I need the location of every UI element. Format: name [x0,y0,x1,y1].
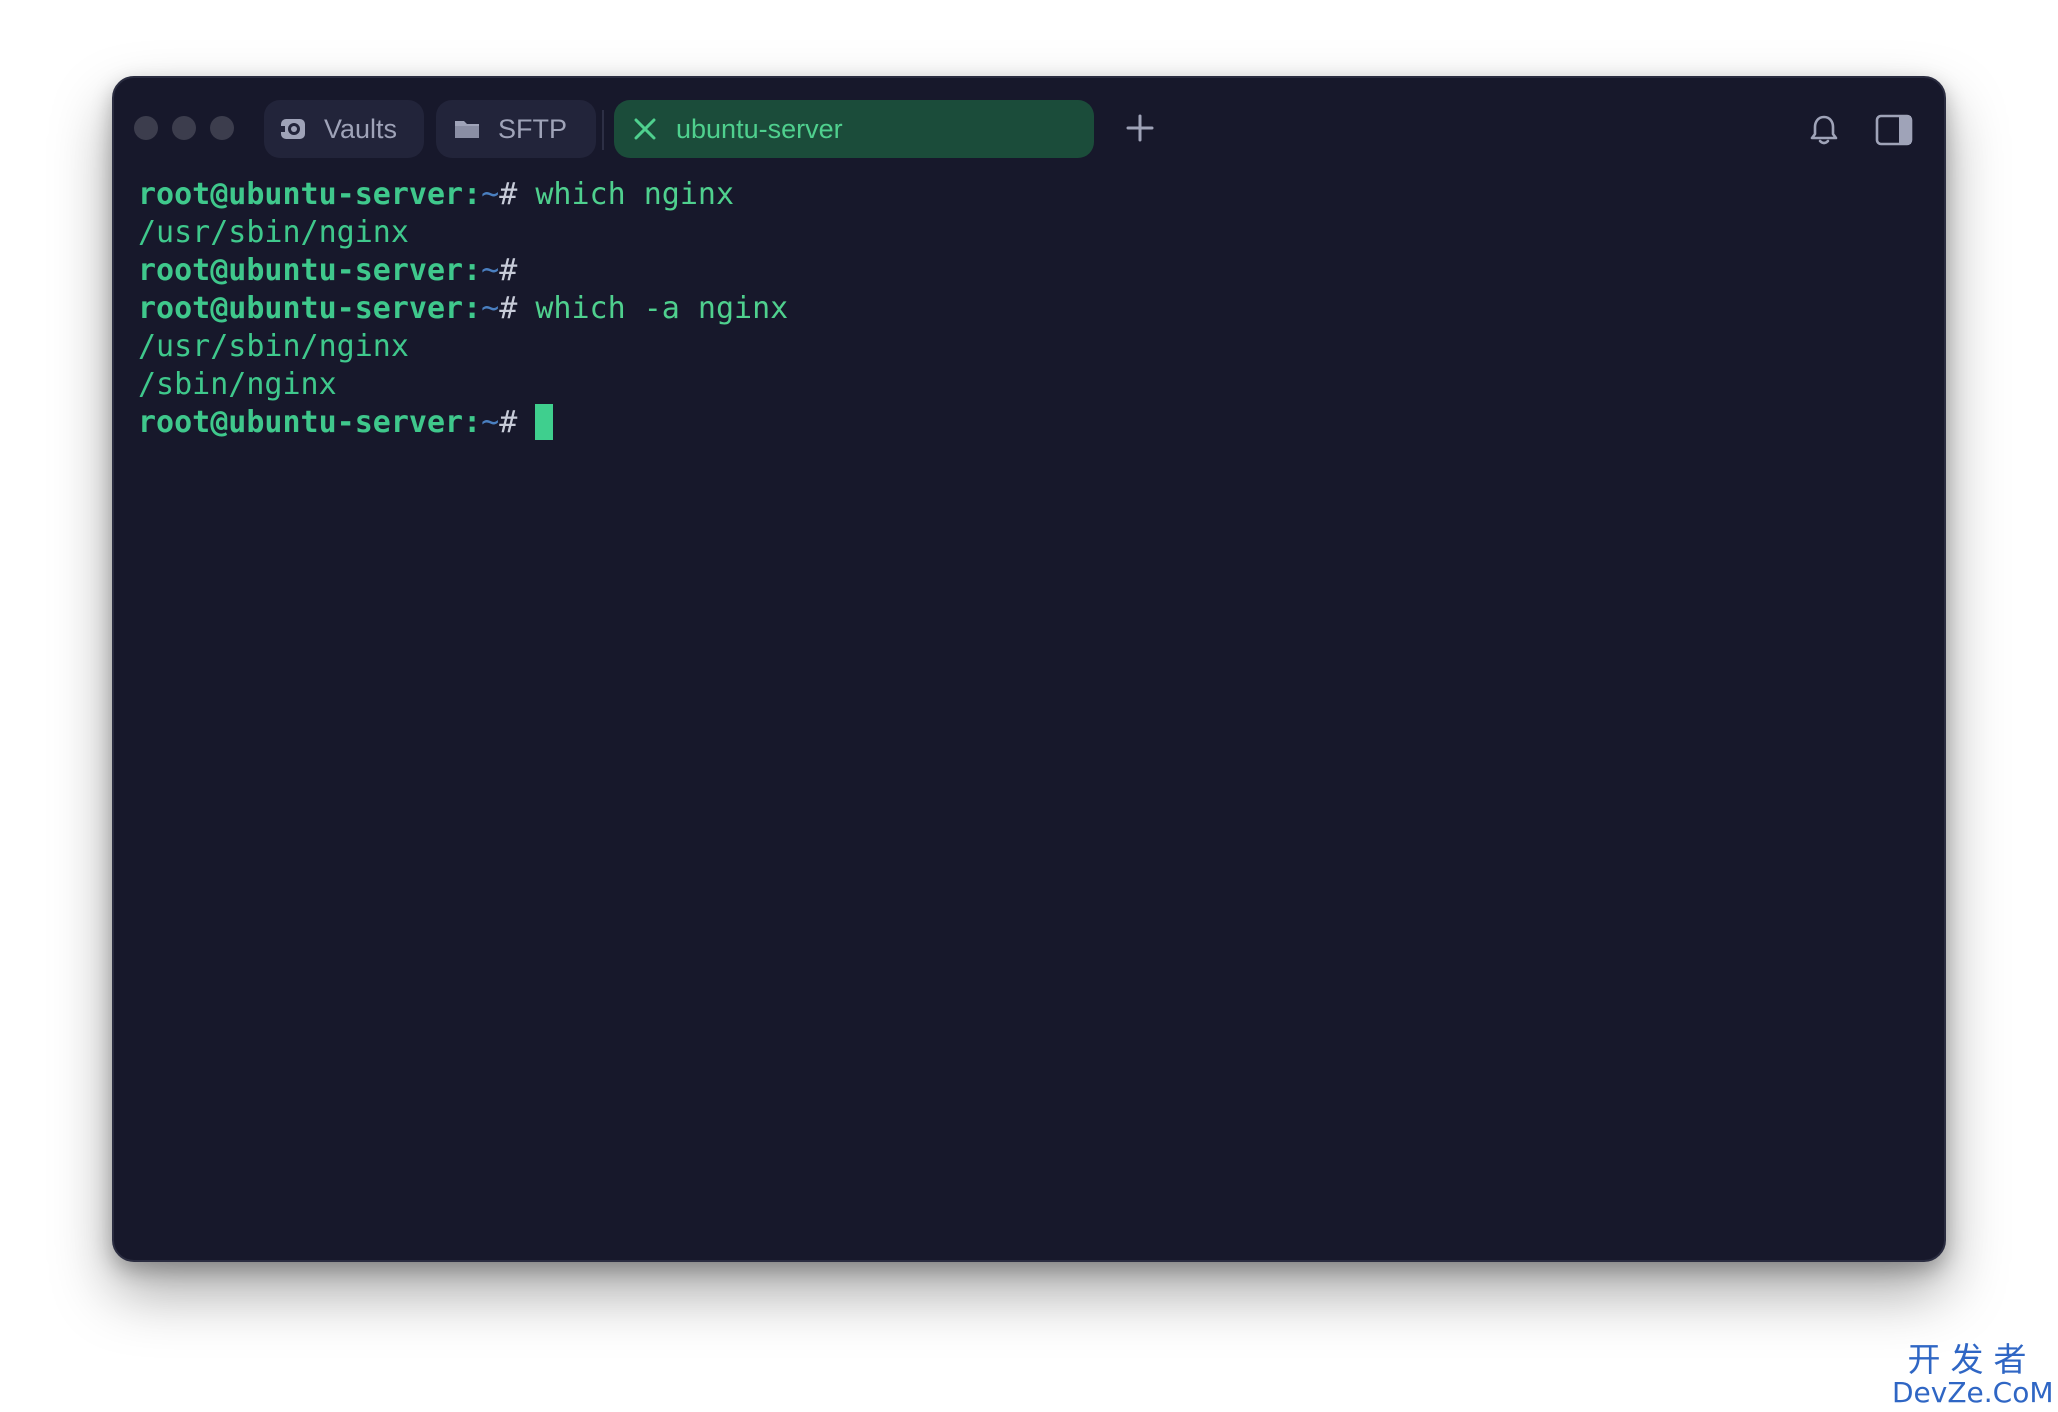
prompt-hash: # [499,253,518,288]
minimize-window-button[interactable] [172,116,196,140]
prompt-colon: : [463,405,482,440]
tab-vaults[interactable]: Vaults [264,100,424,158]
prompt-hash: # [499,177,518,212]
watermark-cn: 开发者 [1907,1340,2037,1379]
prompt-path: ~ [481,405,500,440]
prompt-colon: : [463,291,482,326]
prompt-path: ~ [481,177,500,212]
tab-label: Vaults [324,113,398,144]
add-tab-button[interactable] [1120,108,1160,148]
terminal-prompt-line: root@ubuntu-server:~# [138,404,1920,442]
tab-ubuntu-server[interactable]: ubuntu-server [614,100,1094,158]
tab-label: ubuntu-server [676,113,843,144]
terminal-prompt-line: root@ubuntu-server:~# which -a nginx [138,290,1920,328]
terminal-output-line: /usr/sbin/nginx [138,214,1920,252]
terminal-command: which -a nginx [535,291,789,326]
prompt-path: ~ [481,291,500,326]
plus-icon [1126,114,1154,142]
prompt-user-host: root@ubuntu-server [138,253,464,288]
prompt-user-host: root@ubuntu-server [138,405,464,440]
toggle-sidebar-button[interactable] [1874,112,1914,148]
notifications-button[interactable] [1806,112,1842,148]
prompt-hash: # [499,291,518,326]
watermark-en: DevZe.CoM [1892,1376,2054,1409]
command-output: /usr/sbin/nginx [138,329,409,364]
title-bar: Vaults SFTP ubuntu-server [114,78,1944,178]
terminal-output-line: /usr/sbin/nginx [138,328,1920,366]
command-output: /sbin/nginx [138,367,337,402]
vault-icon [278,114,308,144]
prompt-colon: : [463,253,482,288]
tab-divider [602,110,604,150]
command-output: /usr/sbin/nginx [138,215,409,250]
terminal-prompt-line: root@ubuntu-server:~# which nginx [138,176,1920,214]
terminal-command: which nginx [535,177,735,212]
zoom-window-button[interactable] [210,116,234,140]
prompt-user-host: root@ubuntu-server [138,177,464,212]
tab-label: SFTP [498,113,568,144]
folder-icon [452,114,482,144]
side-panel-icon [1875,114,1913,146]
terminal-output[interactable]: root@ubuntu-server:~# which nginx/usr/sb… [138,176,1920,1240]
close-window-button[interactable] [134,116,158,140]
terminal-prompt-line: root@ubuntu-server:~# [138,252,1920,290]
tab-sftp[interactable]: SFTP [436,100,596,158]
bell-icon [1810,115,1838,145]
terminal-cursor[interactable] [535,404,554,440]
prompt-user-host: root@ubuntu-server [138,291,464,326]
close-icon[interactable] [630,114,660,144]
terminal-window: Vaults SFTP ubuntu-server root@ubuntu-se… [112,76,1946,1262]
prompt-path: ~ [481,253,500,288]
watermark-logo: 开发者 DevZe.CoM [1892,1340,2054,1409]
prompt-hash: # [499,405,518,440]
terminal-output-line: /sbin/nginx [138,366,1920,404]
prompt-colon: : [463,177,482,212]
